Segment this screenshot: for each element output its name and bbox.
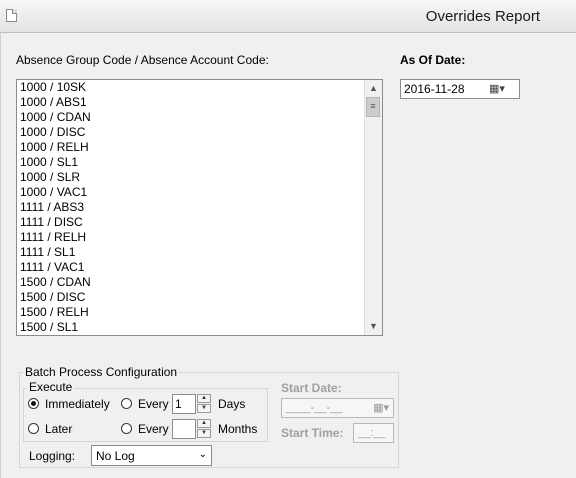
list-item[interactable]: 1111 / ABS3	[20, 200, 360, 215]
chevron-down-icon: ⌄	[198, 449, 207, 460]
execute-title: Execute	[27, 380, 75, 394]
list-item[interactable]: 1000 / RELH	[20, 140, 360, 155]
spin-down-icon[interactable]: ▼	[197, 404, 211, 413]
every-days-label: Every	[138, 397, 169, 411]
every-months-input[interactable]	[172, 419, 196, 439]
spin-up-icon[interactable]: ▲	[197, 394, 211, 403]
radio-immediately[interactable]	[28, 398, 39, 409]
list-item[interactable]: 1000 / VAC1	[20, 185, 360, 200]
list-item[interactable]: 1500 / DISC	[20, 290, 360, 305]
list-item[interactable]: 1000 / CDAN	[20, 110, 360, 125]
list-item[interactable]: 1500 / SL1	[20, 320, 360, 335]
window-title: Overrides Report	[425, 8, 540, 25]
absence-code-label: Absence Group Code / Absence Account Cod…	[16, 53, 269, 67]
absence-code-items: 1000 / 10SK 1000 / ABS1 1000 / CDAN 1000 / …	[20, 80, 360, 335]
months-spinner[interactable]: ▲ ▼	[197, 419, 213, 439]
spin-up-icon[interactable]: ▲	[197, 419, 211, 428]
list-item[interactable]: 1000 / DISC	[20, 125, 360, 140]
calendar-dropdown-icon: ▦▾	[373, 402, 389, 414]
list-item[interactable]: 1111 / DISC	[20, 215, 360, 230]
every-days-input[interactable]: 1	[172, 394, 196, 414]
document-icon	[6, 9, 17, 22]
list-item[interactable]: 1500 / RELH	[20, 305, 360, 320]
start-time-label: Start Time:	[281, 426, 344, 440]
list-item[interactable]: 1500 / CDAN	[20, 275, 360, 290]
start-time-field: __:__	[353, 423, 394, 443]
scroll-up-icon[interactable]: ▲	[365, 80, 382, 97]
immediately-label: Immediately	[45, 397, 110, 411]
start-time-value: __:__	[358, 427, 386, 439]
list-scrollbar[interactable]: ▲ ≡ ▼	[364, 80, 382, 335]
radio-later[interactable]	[28, 423, 39, 434]
batch-config-title: Batch Process Configuration	[23, 365, 180, 379]
every-months-label: Every	[138, 422, 169, 436]
list-item[interactable]: 1000 / ABS1	[20, 95, 360, 110]
start-date-label: Start Date:	[281, 381, 342, 395]
start-date-value: ____-__-__	[286, 402, 343, 414]
list-item[interactable]: 1000 / SLR	[20, 170, 360, 185]
spin-down-icon[interactable]: ▼	[197, 429, 211, 438]
absence-code-list[interactable]: 1000 / 10SK 1000 / ABS1 1000 / CDAN 1000 / …	[16, 79, 383, 336]
days-label: Days	[218, 397, 246, 411]
list-item[interactable]: 1111 / SL1	[20, 245, 360, 260]
later-label: Later	[45, 422, 73, 436]
scroll-down-icon[interactable]: ▼	[365, 318, 382, 335]
calendar-dropdown-icon[interactable]: ▦▾	[489, 82, 517, 96]
as-of-date-field[interactable]: 2016-11-28 ▦▾	[400, 79, 520, 99]
logging-value: No Log	[96, 449, 135, 463]
radio-every-days[interactable]	[121, 398, 132, 409]
logging-select[interactable]: No Log ⌄	[91, 445, 212, 466]
start-date-field: ____-__-__ ▦▾	[281, 398, 394, 418]
list-item[interactable]: 1111 / VAC1	[20, 260, 360, 275]
logging-label: Logging:	[29, 449, 76, 463]
list-item[interactable]: 1111 / RELH	[20, 230, 360, 245]
list-item[interactable]: 1000 / 10SK	[20, 80, 360, 95]
list-item[interactable]: 1000 / SL1	[20, 155, 360, 170]
as-of-date-label: As Of Date:	[400, 53, 466, 67]
days-spinner[interactable]: ▲ ▼	[197, 394, 213, 414]
scroll-thumb[interactable]: ≡	[366, 97, 380, 117]
title-bar: Overrides Report	[0, 0, 576, 33]
months-label: Months	[218, 422, 258, 436]
as-of-date-value: 2016-11-28	[404, 82, 465, 96]
radio-every-months[interactable]	[121, 423, 132, 434]
every-days-value: 1	[175, 397, 182, 411]
